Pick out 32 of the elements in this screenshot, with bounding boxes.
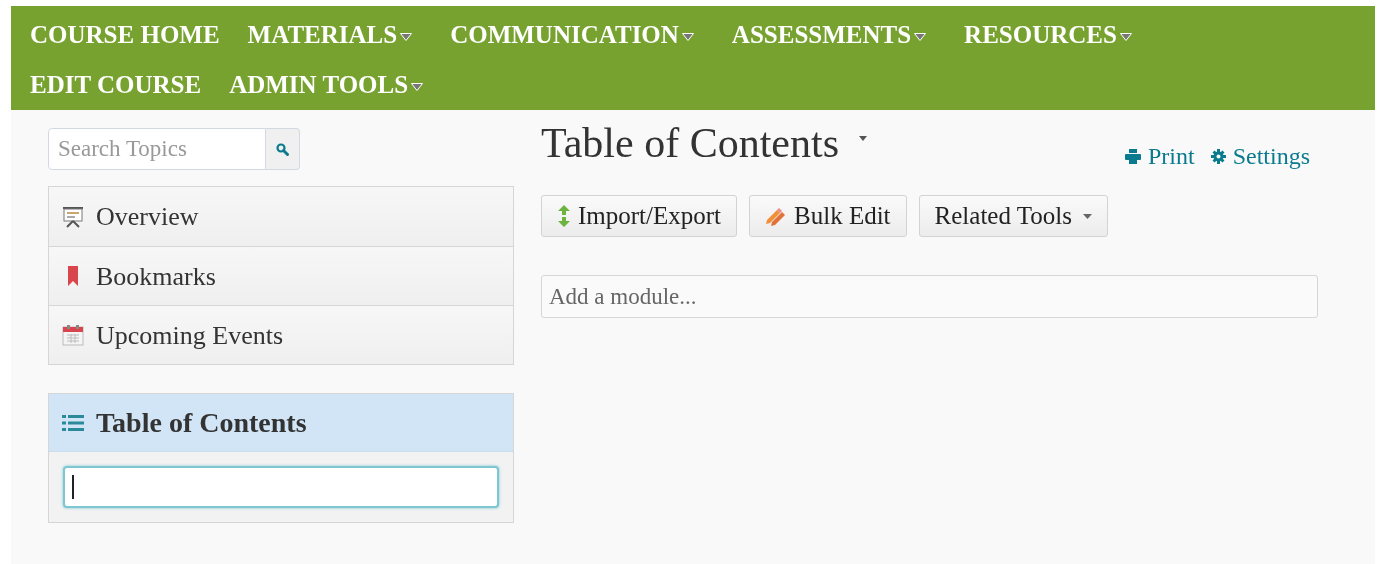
nav-link[interactable]: EDIT COURSE: [30, 60, 202, 110]
text-field[interactable]: [63, 466, 499, 508]
calendar-icon: [62, 324, 84, 346]
search-button[interactable]: [266, 128, 300, 170]
caret-icon: [859, 136, 867, 141]
arrows-icon: [557, 205, 571, 227]
search-field[interactable]: Search Topics: [48, 128, 266, 170]
add-module-field[interactable]: Add a module...: [541, 275, 1318, 318]
nav-link[interactable]: RESOURCES: [964, 10, 1142, 60]
sidebar-item[interactable]: Upcoming Events: [49, 305, 513, 364]
nav-link[interactable]: COMMUNICATION: [450, 10, 704, 60]
print-link[interactable]: Print: [1124, 138, 1195, 174]
settings-link[interactable]: Settings: [1210, 138, 1310, 174]
nav-link[interactable]: MATERIALS: [247, 10, 423, 60]
nav-link[interactable]: ADMIN TOOLS: [229, 60, 434, 110]
list-icon: [62, 414, 84, 431]
nav-link[interactable]: ASSESSMENTS: [731, 10, 937, 60]
panel-title: Table of Contents: [96, 405, 307, 440]
dropdown-button[interactable]: Related Tools: [918, 195, 1108, 237]
settings-icon: [1210, 148, 1226, 164]
sidebar-item[interactable]: Bookmarks: [49, 246, 513, 305]
bookmark-icon: [67, 265, 79, 287]
toolbar-button[interactable]: Bulk Edit: [749, 195, 907, 237]
printer-icon: [1124, 148, 1141, 164]
toolbar-button[interactable]: Import/Export: [541, 195, 738, 237]
text-cursor: [72, 475, 74, 499]
caret-icon: [1082, 213, 1092, 219]
nav-link[interactable]: COURSE HOME: [30, 10, 220, 60]
search-icon: [276, 142, 289, 156]
pencils-icon: [765, 206, 788, 226]
page-title: Table of Contents: [541, 119, 839, 168]
presentation-board-icon: [62, 205, 84, 228]
